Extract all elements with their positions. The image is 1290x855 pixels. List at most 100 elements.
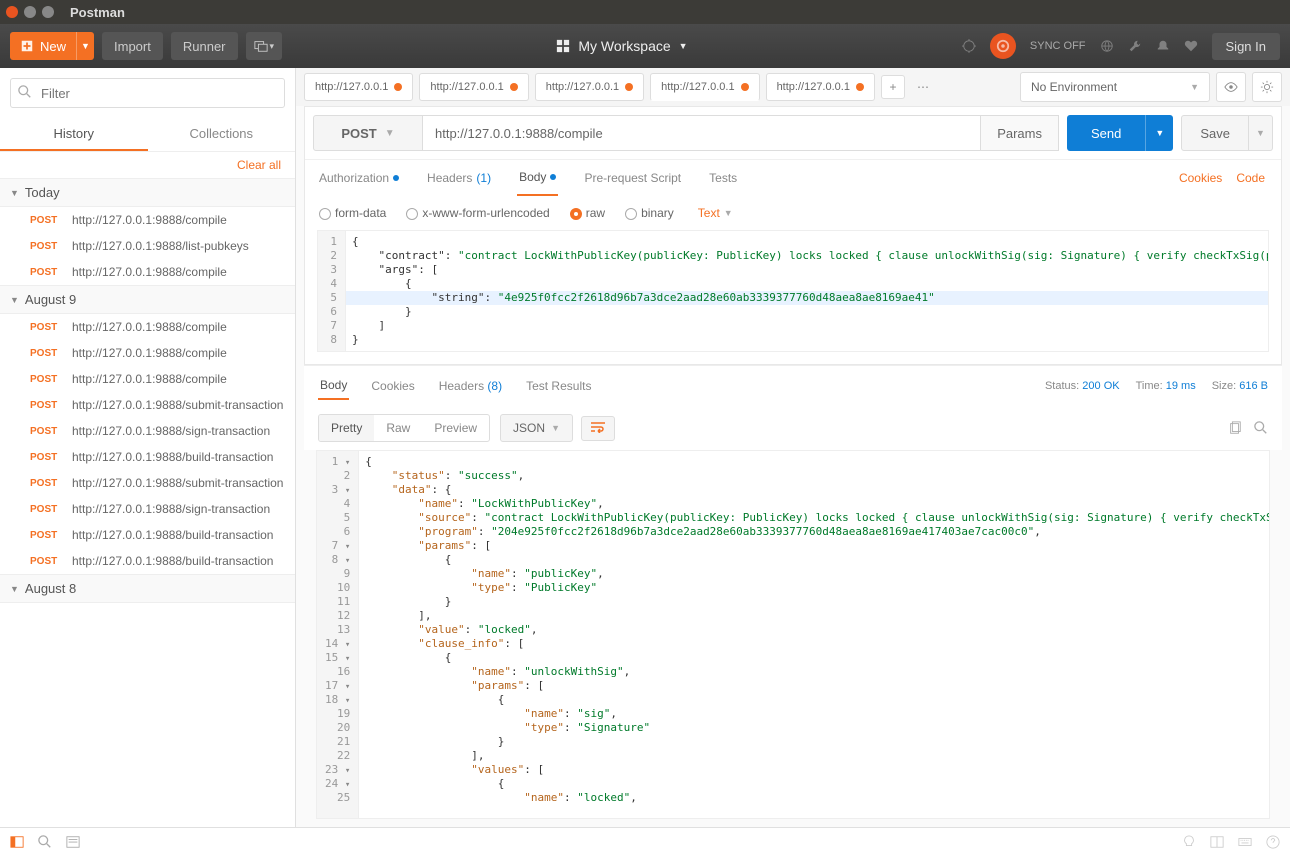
bodytype-binary[interactable]: binary xyxy=(625,206,674,220)
request-tab[interactable]: http://127.0.0.1 xyxy=(766,73,875,101)
capture-icon[interactable] xyxy=(962,39,976,53)
keyboard-icon[interactable] xyxy=(1238,835,1252,849)
add-tab-button[interactable]: + xyxy=(881,75,905,99)
bell-icon[interactable] xyxy=(1156,39,1170,53)
console-icon[interactable] xyxy=(66,835,80,849)
body-mode-dropdown[interactable]: Text ▼ xyxy=(698,206,733,220)
history-item[interactable]: POSThttp://127.0.0.1:9888/list-pubkeys xyxy=(0,233,295,259)
response-toolbar: Pretty Raw Preview JSON▼ xyxy=(304,406,1282,450)
method-dropdown[interactable]: POST ▼ xyxy=(313,115,423,151)
view-raw[interactable]: Raw xyxy=(374,415,422,441)
browse-icon[interactable] xyxy=(1100,39,1114,53)
environment-select[interactable]: No Environment ▼ xyxy=(1020,72,1210,102)
resp-tab-tests[interactable]: Test Results xyxy=(524,373,593,399)
history-group[interactable]: ▼ Today xyxy=(0,178,295,207)
plus-icon xyxy=(20,39,34,53)
save-button[interactable]: Save xyxy=(1181,115,1249,151)
window-close-icon[interactable] xyxy=(6,6,18,18)
response-lang-dropdown[interactable]: JSON▼ xyxy=(500,414,573,442)
signin-button[interactable]: Sign In xyxy=(1212,33,1280,60)
history-item[interactable]: POSThttp://127.0.0.1:9888/build-transact… xyxy=(0,444,295,470)
request-tab[interactable]: http://127.0.0.1 xyxy=(419,73,528,101)
history-item[interactable]: POSThttp://127.0.0.1:9888/compile xyxy=(0,207,295,233)
url-input[interactable] xyxy=(423,115,981,151)
tab-collections[interactable]: Collections xyxy=(148,118,296,151)
bodytype-form[interactable]: form-data xyxy=(319,206,386,220)
env-preview-icon[interactable] xyxy=(1216,72,1246,102)
window-minimize-icon[interactable] xyxy=(24,6,36,18)
request-panel: POST ▼ Params Send ▼ Save ▼ Authorizatio… xyxy=(304,106,1282,365)
wrench-icon[interactable] xyxy=(1128,39,1142,53)
request-tabs-row: http://127.0.0.1http://127.0.0.1http://1… xyxy=(296,68,1290,106)
new-button[interactable]: New xyxy=(10,32,76,60)
sync-label: SYNC OFF xyxy=(1030,40,1086,52)
tab-history[interactable]: History xyxy=(0,118,148,151)
grid-icon xyxy=(556,39,570,53)
history-item[interactable]: POSThttp://127.0.0.1:9888/compile xyxy=(0,366,295,392)
send-dropdown[interactable]: ▼ xyxy=(1145,115,1173,151)
save-dropdown[interactable]: ▼ xyxy=(1249,115,1273,151)
history-item[interactable]: POSThttp://127.0.0.1:9888/build-transact… xyxy=(0,548,295,574)
history-item[interactable]: POSThttp://127.0.0.1:9888/compile xyxy=(0,259,295,285)
resp-tab-headers[interactable]: Headers (8) xyxy=(437,373,504,399)
history-group[interactable]: ▼ August 8 xyxy=(0,574,295,603)
search-icon xyxy=(18,85,32,99)
sync-icon[interactable] xyxy=(990,33,1016,59)
clear-all-link[interactable]: Clear all xyxy=(0,152,295,178)
view-pretty[interactable]: Pretty xyxy=(319,415,374,441)
subtab-body[interactable]: Body xyxy=(517,160,558,196)
window-maximize-icon[interactable] xyxy=(42,6,54,18)
window-titlebar: Postman xyxy=(0,0,1290,24)
request-body-editor[interactable]: 12345678 { "contract": "contract LockWit… xyxy=(317,230,1269,352)
help-icon[interactable] xyxy=(1266,835,1280,849)
new-dropdown[interactable]: ▼ xyxy=(76,32,94,60)
response-tabs: Body Cookies Headers (8) Test Results St… xyxy=(304,365,1282,406)
window-icon xyxy=(254,39,268,53)
sidebar: History Collections Clear all ▼ TodayPOS… xyxy=(0,68,296,827)
content-area: http://127.0.0.1http://127.0.0.1http://1… xyxy=(296,68,1290,827)
resp-tab-body[interactable]: Body xyxy=(318,372,349,400)
workspace-selector[interactable]: My Workspace ▼ xyxy=(290,38,954,54)
window-title: Postman xyxy=(70,5,125,20)
filter-input[interactable] xyxy=(10,78,285,108)
sidebar-toggle-icon[interactable] xyxy=(10,835,24,849)
request-tab[interactable]: http://127.0.0.1 xyxy=(650,73,759,101)
search-response-icon[interactable] xyxy=(1254,421,1268,435)
tab-menu-button[interactable]: ⋯ xyxy=(911,75,935,99)
request-tab[interactable]: http://127.0.0.1 xyxy=(535,73,644,101)
subtab-authorization[interactable]: Authorization xyxy=(317,161,401,195)
code-link[interactable]: Code xyxy=(1236,171,1265,185)
import-button[interactable]: Import xyxy=(102,32,163,60)
status-bar xyxy=(0,827,1290,855)
history-group[interactable]: ▼ August 9 xyxy=(0,285,295,314)
heart-icon[interactable] xyxy=(1184,39,1198,53)
bodytype-urlencoded[interactable]: x-www-form-urlencoded xyxy=(406,206,549,220)
copy-icon[interactable] xyxy=(1228,421,1242,435)
history-item[interactable]: POSThttp://127.0.0.1:9888/sign-transacti… xyxy=(0,418,295,444)
history-item[interactable]: POSThttp://127.0.0.1:9888/compile xyxy=(0,340,295,366)
history-item[interactable]: POSThttp://127.0.0.1:9888/submit-transac… xyxy=(0,470,295,496)
bulb-icon[interactable] xyxy=(1182,835,1196,849)
subtab-headers[interactable]: Headers(1) xyxy=(425,161,493,195)
history-item[interactable]: POSThttp://127.0.0.1:9888/submit-transac… xyxy=(0,392,295,418)
response-body-viewer[interactable]: 1 ▾2 3 ▾4 5 6 7 ▾8 ▾9 10 11 12 13 14 ▾15… xyxy=(316,450,1270,819)
open-new-window-button[interactable]: ▾ xyxy=(246,32,283,60)
app-toolbar: New ▼ Import Runner ▾ My Workspace ▼ SYN… xyxy=(0,24,1290,68)
subtab-prerequest[interactable]: Pre-request Script xyxy=(582,161,683,195)
twopane-icon[interactable] xyxy=(1210,835,1224,849)
cookies-link[interactable]: Cookies xyxy=(1179,171,1222,185)
find-icon[interactable] xyxy=(38,835,52,849)
send-button[interactable]: Send xyxy=(1067,115,1145,151)
params-button[interactable]: Params xyxy=(981,115,1059,151)
subtab-tests[interactable]: Tests xyxy=(707,161,739,195)
history-item[interactable]: POSThttp://127.0.0.1:9888/build-transact… xyxy=(0,522,295,548)
history-item[interactable]: POSThttp://127.0.0.1:9888/compile xyxy=(0,314,295,340)
bodytype-raw[interactable]: raw xyxy=(570,206,605,220)
request-tab[interactable]: http://127.0.0.1 xyxy=(304,73,413,101)
view-preview[interactable]: Preview xyxy=(422,415,489,441)
wrap-lines-button[interactable] xyxy=(581,416,615,441)
runner-button[interactable]: Runner xyxy=(171,32,238,60)
env-settings-icon[interactable] xyxy=(1252,72,1282,102)
history-item[interactable]: POSThttp://127.0.0.1:9888/sign-transacti… xyxy=(0,496,295,522)
resp-tab-cookies[interactable]: Cookies xyxy=(369,373,416,399)
